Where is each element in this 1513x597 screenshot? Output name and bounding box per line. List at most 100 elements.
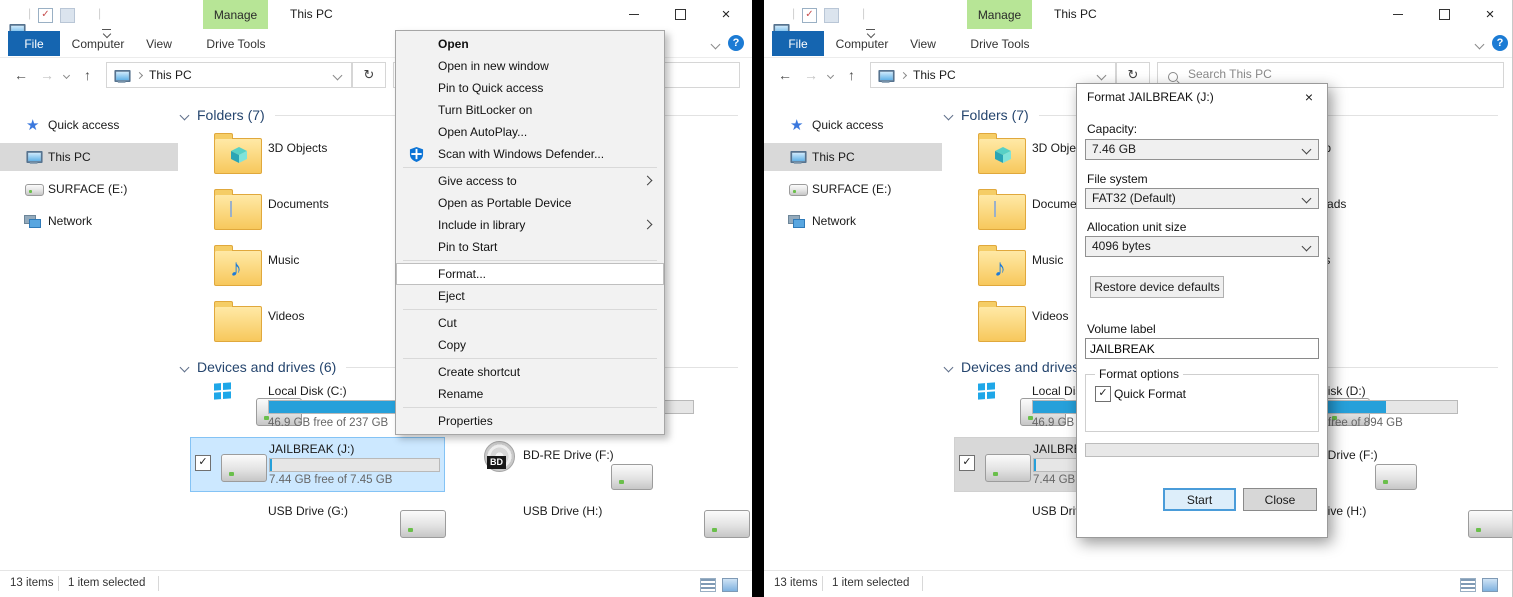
drive-icon[interactable] [400,510,446,538]
address-bar[interactable]: This PC [106,62,352,88]
tab-computer[interactable]: Computer [828,31,896,56]
dialog-close-icon[interactable]: × [1291,84,1327,110]
quick-format-checkbox[interactable]: ✓ [1095,386,1111,402]
back-icon[interactable]: ← [778,62,792,88]
folder-label[interactable]: Music [268,253,299,267]
search-input[interactable] [1186,66,1440,82]
thumbnail-view-icon[interactable] [722,578,738,592]
drive-label-c[interactable]: Local Disk (C:) [268,384,347,398]
qat-new-folder-icon[interactable] [60,8,75,23]
drive-icon[interactable] [1468,510,1513,538]
details-view-icon[interactable] [1460,578,1476,592]
sidebar-item-surface[interactable]: SURFACE (E:) [0,175,178,203]
folder-tile-videos[interactable] [978,300,1026,342]
sidebar-item-this-pc[interactable]: This PC [0,143,178,171]
tab-file[interactable]: File [8,31,60,56]
help-icon[interactable]: ? [1492,35,1508,51]
menu-item-cut[interactable]: Cut [396,312,664,334]
manage-contextual-tab[interactable]: Manage [967,0,1032,29]
menu-item-pin-to-start[interactable]: Pin to Start [396,236,664,258]
menu-item-open[interactable]: Open [396,33,664,55]
recent-locations-icon[interactable] [63,72,70,79]
sidebar-item-quick-access[interactable]: ★ Quick access [764,111,942,139]
qat-new-folder-icon[interactable] [824,8,839,23]
collapse-chevron-icon[interactable] [180,110,190,120]
folder-label[interactable]: Videos [268,309,304,323]
breadcrumb[interactable]: This PC [149,63,192,87]
drive-label-g[interactable]: USB Drive (G:) [268,504,348,518]
checkbox-checked-icon[interactable]: ✓ [959,455,975,471]
folder-label[interactable]: 3D Objects [268,141,327,155]
tab-computer[interactable]: Computer [64,31,132,56]
menu-item-create-shortcut[interactable]: Create shortcut [396,361,664,383]
help-icon[interactable]: ? [728,35,744,51]
folder-label[interactable]: Videos [1032,309,1068,323]
restore-defaults-button[interactable]: Restore device defaults [1090,276,1224,298]
drive-icon[interactable] [1375,464,1417,490]
folder-tile-3d-objects[interactable] [214,132,262,174]
drive-icon[interactable] [611,464,653,490]
capacity-select[interactable]: 7.46 GB [1085,139,1319,160]
start-button[interactable]: Start [1163,488,1236,511]
drive-label-f[interactable]: BD-RE Drive (F:) [523,448,614,462]
folder-label[interactable]: Music [1032,253,1063,267]
maximize-button[interactable] [658,0,702,29]
recent-locations-icon[interactable] [827,72,834,79]
drive-label-h[interactable]: USB Drive (H:) [523,504,602,518]
checkbox-checked-icon[interactable]: ✓ [195,455,211,471]
ribbon-collapse-icon[interactable] [1475,40,1485,50]
allocation-select[interactable]: 4096 bytes [1085,236,1319,257]
folder-tile-music[interactable]: ♪ [214,244,262,286]
maximize-button[interactable] [1422,0,1466,29]
drive-icon[interactable] [704,510,750,538]
tab-file[interactable]: File [772,31,824,56]
refresh-button[interactable]: ↻ [352,62,386,88]
minimize-button[interactable] [1376,0,1420,29]
folder-tile-documents[interactable] [978,188,1026,230]
menu-item-format[interactable]: Format... [396,263,664,285]
breadcrumb[interactable]: This PC [913,63,956,87]
menu-item-properties[interactable]: Properties [396,410,664,432]
folder-tile-videos[interactable] [214,300,262,342]
close-button[interactable]: × [1468,0,1512,29]
dialog-close-button[interactable]: Close [1243,488,1317,511]
volume-label-input[interactable] [1085,338,1319,359]
up-icon[interactable]: ↑ [84,62,91,88]
menu-item-copy[interactable]: Copy [396,334,664,356]
address-dropdown-icon[interactable] [333,71,343,81]
menu-item-open-new-window[interactable]: Open in new window [396,55,664,77]
sidebar-item-this-pc[interactable]: This PC [764,143,942,171]
close-button[interactable]: × [704,0,748,29]
sidebar-item-surface[interactable]: SURFACE (E:) [764,175,942,203]
up-icon[interactable]: ↑ [848,62,855,88]
thumbnail-view-icon[interactable] [1482,578,1498,592]
folder-tile-music[interactable]: ♪ [978,244,1026,286]
menu-item-scan-defender[interactable]: Scan with Windows Defender... [396,143,664,165]
qat-properties-icon[interactable]: ✓ [38,8,53,23]
menu-item-open-autoplay[interactable]: Open AutoPlay... [396,121,664,143]
folder-tile-3d-objects[interactable] [978,132,1026,174]
folder-label[interactable]: Documents [268,197,329,211]
tab-drive-tools[interactable]: Drive Tools [196,31,276,56]
sidebar-item-quick-access[interactable]: ★ Quick access [0,111,178,139]
menu-item-give-access[interactable]: Give access to [396,170,664,192]
menu-item-pin-quick-access[interactable]: Pin to Quick access [396,77,664,99]
sidebar-item-network[interactable]: Network [0,207,178,235]
menu-item-eject[interactable]: Eject [396,285,664,307]
ribbon-collapse-icon[interactable] [711,40,721,50]
collapse-chevron-icon[interactable] [180,362,190,372]
address-dropdown-icon[interactable] [1097,71,1107,81]
drive-tile-jailbreak-selected[interactable]: ✓ JAILBREAK (J:) 7.44 GB free of 7.45 GB [190,437,445,492]
forward-icon[interactable]: → [804,62,818,88]
menu-item-turn-bitlocker-on[interactable]: Turn BitLocker on [396,99,664,121]
sidebar-item-network[interactable]: Network [764,207,942,235]
tab-view[interactable]: View [134,31,184,56]
menu-item-rename[interactable]: Rename [396,383,664,405]
collapse-chevron-icon[interactable] [944,362,954,372]
details-view-icon[interactable] [700,578,716,592]
folder-tile-documents[interactable] [214,188,262,230]
manage-contextual-tab[interactable]: Manage [203,0,268,29]
forward-icon[interactable]: → [40,62,54,88]
collapse-chevron-icon[interactable] [944,110,954,120]
minimize-button[interactable] [612,0,656,29]
